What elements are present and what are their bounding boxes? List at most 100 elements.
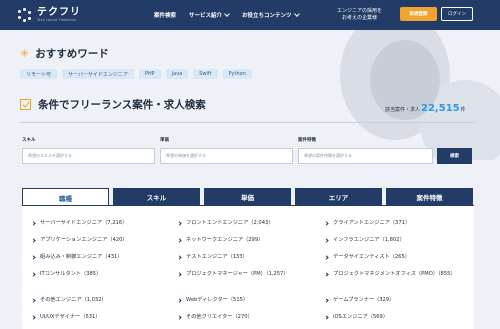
list-item[interactable]: インフラエンジニア（1,802） xyxy=(324,236,405,244)
chevron-right-icon xyxy=(31,297,36,303)
chevron-right-icon xyxy=(324,271,329,277)
list-item-label: 組み込み・制御エンジニア（431） xyxy=(40,254,123,260)
chevron-right-icon xyxy=(324,314,329,320)
nav-job-search[interactable]: 案件検索 xyxy=(154,11,176,19)
list-item[interactable]: その他クリエイター（270） xyxy=(177,313,253,321)
site-logo[interactable]: テクフリ Tech Lancer Freelance xyxy=(18,7,138,23)
search-button[interactable]: 検索 xyxy=(437,148,472,164)
nav-service[interactable]: サービス紹介 xyxy=(189,11,230,19)
list-item-label: ゲームプランナー（329） xyxy=(333,297,395,303)
sparkle-icon: ✳ xyxy=(20,47,30,60)
nav-contents[interactable]: お役立ちコンテンツ xyxy=(242,11,300,19)
list-item-label: データサイエンティスト（265） xyxy=(333,254,410,260)
list-item[interactable]: Webディレクター（515） xyxy=(177,296,249,304)
list-item[interactable]: プロジェクトマネージャー（PM）（1,257） xyxy=(177,270,289,278)
list-item-label: iOSエンジニア（569） xyxy=(333,314,389,320)
corporate-link-line2: お考えの企業様 xyxy=(342,15,378,21)
list-item[interactable]: ITコンサルタント（385） xyxy=(31,270,102,278)
list-item-label: ITコンサルタント（385） xyxy=(40,271,102,277)
list-item[interactable]: サーバーサイドエンジニア（7,216） xyxy=(31,219,128,227)
search-title: 条件でフリーランス案件・求人検索 xyxy=(38,99,206,111)
register-button[interactable]: 新規登録 xyxy=(400,7,437,21)
chevron-right-icon xyxy=(324,297,329,303)
site-header: テクフリ Tech Lancer Freelance 案件検索 サービス紹介 お… xyxy=(0,0,500,30)
recommend-title: おすすめワード xyxy=(35,48,109,60)
list-item-label: サーバーサイドエンジニア（7,216） xyxy=(40,220,128,226)
logo-icon xyxy=(18,8,32,22)
feature-label: 案件特徴 xyxy=(298,138,316,143)
corporate-link-line1: エンジニアの採用を xyxy=(337,8,383,14)
chevron-right-icon xyxy=(31,314,36,320)
tag-php[interactable]: PHP xyxy=(138,69,161,79)
nav-service-label: サービス紹介 xyxy=(189,13,223,19)
logo-name: テクフリ xyxy=(37,7,81,18)
result-count: 該当案件・求人 22,515 件 xyxy=(385,103,466,114)
count-label: 該当案件・求人 xyxy=(385,107,421,113)
list-item-label: その他クリエイター（270） xyxy=(186,314,253,320)
list-item[interactable]: プロジェクトマネジメントオフィス（PMO）（855） xyxy=(324,270,470,278)
hero-image xyxy=(300,30,500,160)
search-heading: 条件でフリーランス案件・求人検索 xyxy=(20,97,206,112)
list-item-label: アプリケーションエンジニア（420） xyxy=(40,237,128,243)
section-divider xyxy=(20,122,475,123)
tab-feature[interactable]: 案件特徴 xyxy=(386,188,473,205)
tag-python[interactable]: Python xyxy=(222,69,252,79)
recommend-tags: リモート可 サーバーサイドエンジニア PHP Java Swift Python xyxy=(20,69,257,79)
tab-skill[interactable]: スキル xyxy=(113,188,200,205)
chevron-right-icon xyxy=(31,254,36,260)
list-item[interactable]: フロントエンドエンジニア（2,043） xyxy=(177,219,274,227)
count-value: 22,515 xyxy=(421,103,460,114)
chevron-right-icon xyxy=(31,220,36,226)
login-button[interactable]: ログイン xyxy=(441,7,473,21)
list-item[interactable]: UI/UXデザイナー（531） xyxy=(31,313,101,321)
list-item[interactable]: iOSエンジニア（569） xyxy=(324,313,389,321)
list-item[interactable]: アプリケーションエンジニア（420） xyxy=(31,236,128,244)
main-nav: 案件検索 サービス紹介 お役立ちコンテンツ xyxy=(154,11,312,19)
list-item-label: UI/UXデザイナー（531） xyxy=(40,314,101,320)
tag-server-side[interactable]: サーバーサイドエンジニア xyxy=(62,69,134,79)
chevron-right-icon xyxy=(324,254,329,260)
list-item[interactable]: ネットワークエンジニア（299） xyxy=(177,236,264,244)
chevron-right-icon xyxy=(177,314,182,320)
nav-contents-label: お役立ちコンテンツ xyxy=(242,13,292,19)
list-item[interactable]: データサイエンティスト（265） xyxy=(324,253,410,261)
checkbox-icon xyxy=(20,99,31,110)
tag-swift[interactable]: Swift xyxy=(193,69,218,79)
list-item-label: フロントエンドエンジニア（2,043） xyxy=(186,220,274,226)
chevron-right-icon xyxy=(324,237,329,243)
chevron-right-icon xyxy=(324,220,329,226)
feature-select[interactable]: 希望の案件特徴を選択する xyxy=(298,148,433,164)
tab-area[interactable]: エリア xyxy=(295,188,382,205)
skill-label: スキル xyxy=(22,138,36,143)
price-select[interactable]: 希望の単価を選択する xyxy=(160,148,293,164)
chevron-right-icon xyxy=(177,237,182,243)
tag-java[interactable]: Java xyxy=(165,69,189,79)
list-item-label: クライアントエンジニア（371） xyxy=(333,220,411,226)
list-item-label: プロジェクトマネジメントオフィス（PMO）（855） xyxy=(333,271,456,277)
job-type-panel: サーバーサイドエンジニア（7,216） フロントエンドエンジニア（2,043） … xyxy=(22,206,474,329)
list-item[interactable]: その他エンジニア（1,032） xyxy=(31,296,107,304)
tab-job-type[interactable]: 職種 xyxy=(22,188,109,206)
list-item[interactable]: クライアントエンジニア（371） xyxy=(324,219,411,227)
list-item[interactable]: ゲームプランナー（329） xyxy=(324,296,395,304)
category-tabs: 職種 スキル 単価 エリア 案件特徴 xyxy=(22,188,473,206)
chevron-right-icon xyxy=(177,254,182,260)
tab-price[interactable]: 単価 xyxy=(204,188,291,205)
list-item-label: インフラエンジニア（1,802） xyxy=(333,237,405,243)
tag-remote[interactable]: リモート可 xyxy=(20,69,58,79)
list-item-label: その他エンジニア（1,032） xyxy=(40,297,107,303)
list-item-label: テストエンジニア（133） xyxy=(186,254,248,260)
list-item-label: プロジェクトマネージャー（PM）（1,257） xyxy=(186,271,289,277)
chevron-right-icon xyxy=(31,271,36,277)
corporate-link[interactable]: エンジニアの採用を お考えの企業様 xyxy=(330,8,390,22)
chevron-right-icon xyxy=(177,297,182,303)
price-label: 単価 xyxy=(160,138,169,143)
list-item-label: ネットワークエンジニア（299） xyxy=(186,237,264,243)
list-item[interactable]: 組み込み・制御エンジニア（431） xyxy=(31,253,123,261)
chevron-down-icon xyxy=(224,11,230,17)
skill-select[interactable]: 希望のスキルを選択する xyxy=(22,148,155,164)
chevron-down-icon xyxy=(293,11,300,17)
logo-subtitle: Tech Lancer Freelance xyxy=(37,18,76,22)
list-item[interactable]: テストエンジニア（133） xyxy=(177,253,248,261)
list-item-label: Webディレクター（515） xyxy=(186,297,249,303)
